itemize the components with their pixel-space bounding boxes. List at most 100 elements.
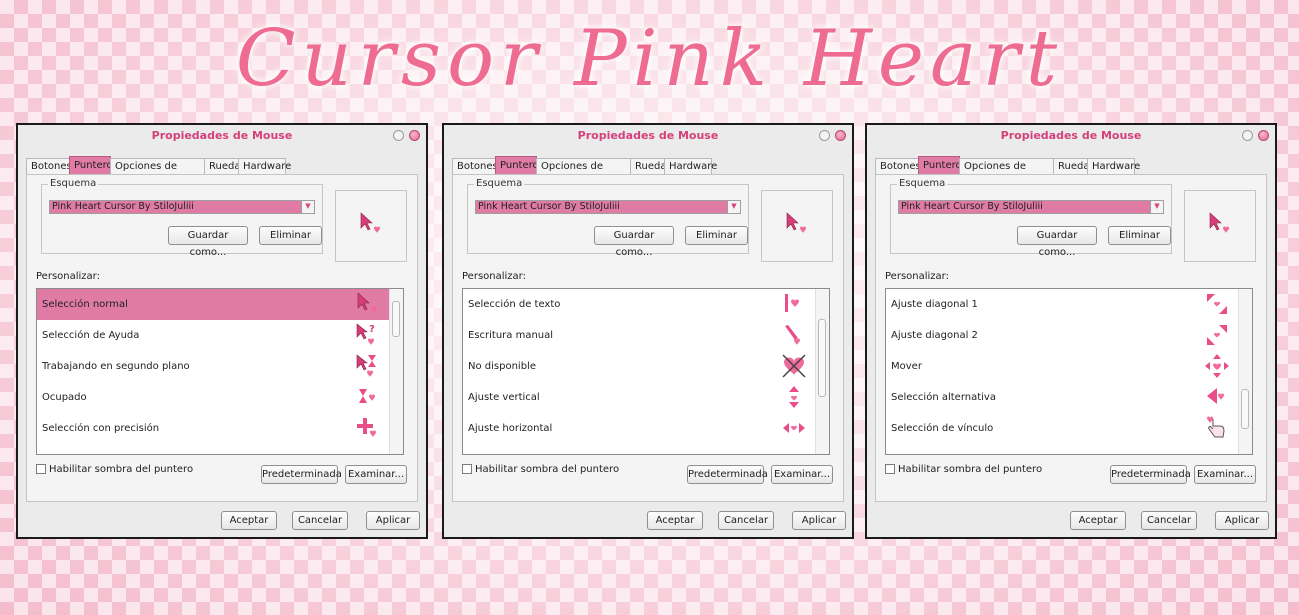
checkbox-box[interactable] — [462, 464, 472, 474]
list-item[interactable]: No disponible — [463, 351, 816, 382]
list-item[interactable]: Selección alternativa — [886, 382, 1239, 413]
tab-0[interactable]: Botones — [875, 158, 921, 174]
scheme-group: Esquema Pink Heart Cursor By StiloJuliii ▼… — [890, 178, 1172, 258]
browse-button[interactable]: Examinar... — [345, 465, 407, 484]
cancel-button[interactable]: Cancelar — [718, 511, 774, 530]
cancel-button[interactable]: Cancelar — [292, 511, 348, 530]
cursor-list[interactable]: Selección normal Selección de Ayuda? Traba… — [36, 288, 404, 455]
cursor-list[interactable]: Selección de texto Escritura manual No dis… — [462, 288, 830, 455]
minimize-button[interactable] — [1242, 130, 1253, 141]
save-as-button[interactable]: Guardar como... — [168, 226, 248, 258]
list-scrollbar[interactable] — [1238, 289, 1252, 454]
shadow-checkbox[interactable]: Habilitar sombra del puntero — [36, 464, 193, 475]
list-item-label: Mover — [891, 361, 922, 372]
tab-3[interactable]: Rueda — [1053, 158, 1089, 174]
list-item-label: Escritura manual — [468, 330, 554, 341]
arrow-heart-icon — [355, 291, 381, 317]
list-item[interactable]: Selección con precisión — [37, 413, 390, 444]
tab-3[interactable]: Rueda — [204, 158, 240, 174]
resize-horizontal-icon — [781, 415, 807, 441]
list-item[interactable]: Ajuste vertical — [463, 382, 816, 413]
list-item[interactable]: Mover — [886, 351, 1239, 382]
scheme-select[interactable]: Pink Heart Cursor By StiloJuliii ▼ — [49, 200, 315, 214]
scheme-value: Pink Heart Cursor By StiloJuliii — [478, 201, 620, 212]
tab-2[interactable]: Opciones de puntero — [110, 158, 205, 188]
dialog-title: Propiedades de Mouse — [577, 129, 719, 142]
apply-button[interactable]: Aplicar — [792, 511, 846, 530]
default-button[interactable]: Predeterminada — [261, 465, 342, 484]
dialog-title: Propiedades de Mouse — [151, 129, 293, 142]
save-as-button[interactable]: Guardar como... — [1017, 226, 1097, 258]
customize-label: Personalizar: — [36, 271, 100, 282]
apply-button[interactable]: Aplicar — [1215, 511, 1269, 530]
mouse-properties-dialog: Propiedades de Mouse Botones PunterosOpcio… — [16, 123, 428, 539]
tab-4[interactable]: Hardware — [664, 158, 717, 174]
list-item[interactable]: Escritura manual — [463, 320, 816, 351]
list-item[interactable]: Selección de texto — [463, 289, 816, 320]
scroll-thumb[interactable] — [818, 319, 826, 397]
resize-diagonal-2-icon — [1204, 322, 1230, 348]
list-item[interactable]: Ajuste diagonal 1 — [886, 289, 1239, 320]
dropdown-arrow-icon[interactable]: ▼ — [301, 201, 314, 213]
tab-strip: BotonesPunterosOpciones de punteroRuedaH… — [452, 156, 717, 188]
cursor-list[interactable]: Ajuste diagonal 1 Ajuste diagonal 2 Mover S… — [885, 288, 1253, 455]
scheme-select[interactable]: Pink Heart Cursor By StiloJuliii ▼ — [898, 200, 1164, 214]
ok-button[interactable]: Aceptar — [1070, 511, 1126, 530]
ok-button[interactable]: Aceptar — [647, 511, 703, 530]
list-item-label: Selección de vínculo — [891, 423, 994, 434]
apply-button[interactable]: Aplicar — [366, 511, 420, 530]
shadow-checkbox[interactable]: Habilitar sombra del puntero — [885, 464, 1042, 475]
minimize-button[interactable] — [819, 130, 830, 141]
list-item[interactable]: Selección normal — [37, 289, 390, 320]
browse-button[interactable]: Examinar... — [1194, 465, 1256, 484]
shadow-checkbox[interactable]: Habilitar sombra del puntero — [462, 464, 619, 475]
pen-heart-icon — [781, 322, 807, 348]
shadow-checkbox-label: Habilitar sombra del puntero — [898, 464, 1043, 475]
list-item[interactable]: Ajuste horizontal — [463, 413, 816, 444]
list-scrollbar[interactable] — [389, 289, 403, 454]
list-scrollbar[interactable] — [815, 289, 829, 454]
svg-text:?: ? — [369, 324, 375, 335]
scroll-thumb[interactable] — [392, 301, 400, 337]
tab-4[interactable]: Hardware — [1087, 158, 1140, 174]
ok-button[interactable]: Aceptar — [221, 511, 277, 530]
list-item[interactable]: Selección de vínculo — [886, 413, 1239, 444]
dropdown-arrow-icon[interactable]: ▼ — [727, 201, 740, 213]
close-button[interactable] — [409, 130, 420, 141]
list-item[interactable]: Selección de Ayuda? — [37, 320, 390, 351]
tab-1[interactable]: Punteros — [69, 156, 118, 174]
list-item[interactable]: Ajuste diagonal 2 — [886, 320, 1239, 351]
delete-button[interactable]: Eliminar — [685, 226, 748, 245]
title-bar: Propiedades de Mouse — [18, 125, 426, 147]
list-item[interactable]: Trabajando en segundo plano — [37, 351, 390, 382]
list-item[interactable]: Ocupado — [37, 382, 390, 413]
tab-1[interactable]: Punteros — [495, 156, 544, 174]
tab-1[interactable]: Punteros — [918, 156, 967, 174]
list-item-label: Trabajando en segundo plano — [42, 361, 190, 372]
scheme-label: Esquema — [897, 178, 948, 189]
tab-0[interactable]: Botones — [452, 158, 498, 174]
scroll-thumb[interactable] — [1241, 389, 1249, 429]
cancel-button[interactable]: Cancelar — [1141, 511, 1197, 530]
scheme-group: Esquema Pink Heart Cursor By StiloJuliii ▼… — [41, 178, 323, 258]
default-button[interactable]: Predeterminada — [1110, 465, 1191, 484]
pointers-panel: Esquema Pink Heart Cursor By StiloJuliii ▼… — [26, 174, 418, 502]
text-beam-heart-icon — [781, 291, 807, 317]
default-button[interactable]: Predeterminada — [687, 465, 768, 484]
delete-button[interactable]: Eliminar — [1108, 226, 1171, 245]
tab-2[interactable]: Opciones de puntero — [959, 158, 1054, 188]
close-button[interactable] — [1258, 130, 1269, 141]
checkbox-box[interactable] — [36, 464, 46, 474]
checkbox-box[interactable] — [885, 464, 895, 474]
delete-button[interactable]: Eliminar — [259, 226, 322, 245]
tab-0[interactable]: Botones — [26, 158, 72, 174]
scheme-select[interactable]: Pink Heart Cursor By StiloJuliii ▼ — [475, 200, 741, 214]
minimize-button[interactable] — [393, 130, 404, 141]
browse-button[interactable]: Examinar... — [771, 465, 833, 484]
tab-3[interactable]: Rueda — [630, 158, 666, 174]
tab-4[interactable]: Hardware — [238, 158, 291, 174]
tab-2[interactable]: Opciones de puntero — [536, 158, 631, 188]
save-as-button[interactable]: Guardar como... — [594, 226, 674, 258]
close-button[interactable] — [835, 130, 846, 141]
dropdown-arrow-icon[interactable]: ▼ — [1150, 201, 1163, 213]
